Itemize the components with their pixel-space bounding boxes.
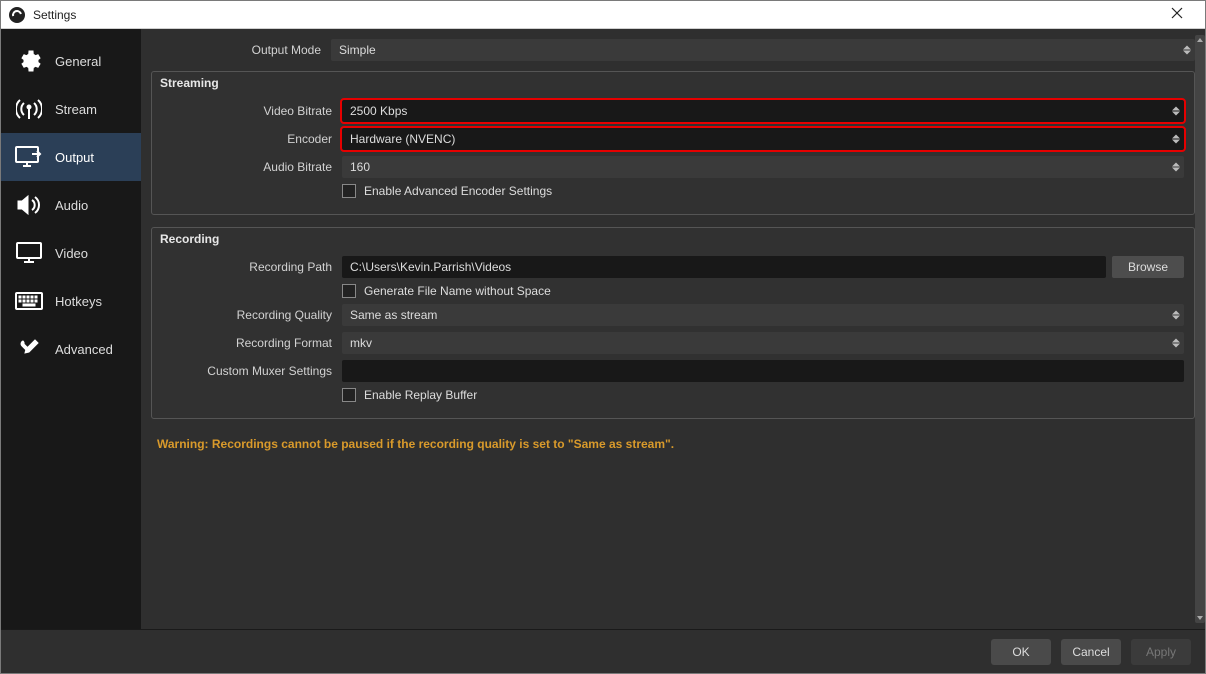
audio-bitrate-value: 160	[350, 160, 370, 174]
video-bitrate-label: Video Bitrate	[162, 104, 342, 118]
advanced-encoder-text: Enable Advanced Encoder Settings	[364, 184, 552, 198]
sidebar-item-label: Output	[55, 150, 94, 165]
recording-format-value: mkv	[350, 336, 372, 350]
body: General Stream Output Audio Video Hotkey…	[1, 29, 1205, 629]
muxer-input[interactable]	[342, 360, 1184, 382]
sidebar-item-general[interactable]: General	[1, 37, 141, 85]
encoder-label: Encoder	[162, 132, 342, 146]
sidebar-item-label: Video	[55, 246, 88, 261]
titlebar: Settings	[1, 1, 1205, 29]
browse-button[interactable]: Browse	[1112, 256, 1184, 278]
replay-buffer-checkbox[interactable]: Enable Replay Buffer	[342, 388, 477, 402]
muxer-label: Custom Muxer Settings	[162, 364, 342, 378]
output-mode-value: Simple	[339, 43, 376, 57]
content-area: Output Mode Simple Streaming Video Bitra…	[141, 29, 1205, 629]
vertical-scrollbar[interactable]	[1195, 35, 1205, 623]
speaker-icon	[15, 193, 43, 217]
recording-path-value: C:\Users\Kevin.Parrish\Videos	[350, 260, 511, 274]
recording-path-input[interactable]: C:\Users\Kevin.Parrish\Videos	[342, 256, 1106, 278]
spinner-icon	[1172, 107, 1180, 116]
sidebar: General Stream Output Audio Video Hotkey…	[1, 29, 141, 629]
cancel-button[interactable]: Cancel	[1061, 639, 1121, 665]
filename-no-space-text: Generate File Name without Space	[364, 284, 551, 298]
sidebar-item-label: Advanced	[55, 342, 113, 357]
monitor-icon	[15, 241, 43, 265]
recording-format-dropdown[interactable]: mkv	[342, 332, 1184, 354]
recording-quality-label: Recording Quality	[162, 308, 342, 322]
recording-group: Recording Recording Path C:\Users\Kevin.…	[151, 227, 1195, 419]
encoder-value: Hardware (NVENC)	[350, 132, 455, 146]
sidebar-item-stream[interactable]: Stream	[1, 85, 141, 133]
sidebar-item-audio[interactable]: Audio	[1, 181, 141, 229]
sidebar-item-label: Hotkeys	[55, 294, 102, 309]
recording-title: Recording	[160, 232, 1184, 246]
broadcast-icon	[15, 97, 43, 121]
sidebar-item-label: Stream	[55, 102, 97, 117]
keyboard-icon	[15, 289, 43, 313]
recording-quality-dropdown[interactable]: Same as stream	[342, 304, 1184, 326]
sidebar-item-advanced[interactable]: Advanced	[1, 325, 141, 373]
streaming-title: Streaming	[160, 76, 1184, 90]
sidebar-item-video[interactable]: Video	[1, 229, 141, 277]
app-logo-icon	[9, 7, 25, 23]
output-mode-row: Output Mode Simple	[151, 39, 1195, 61]
replay-buffer-text: Enable Replay Buffer	[364, 388, 477, 402]
scroll-area: Output Mode Simple Streaming Video Bitra…	[141, 29, 1205, 629]
advanced-encoder-checkbox[interactable]: Enable Advanced Encoder Settings	[342, 184, 552, 198]
checkbox-icon	[342, 184, 356, 198]
video-bitrate-value: 2500 Kbps	[350, 104, 407, 118]
sidebar-item-output[interactable]: Output	[1, 133, 141, 181]
recording-quality-value: Same as stream	[350, 308, 437, 322]
footer: OK Cancel Apply	[1, 629, 1205, 673]
output-mode-dropdown[interactable]: Simple	[331, 39, 1195, 61]
close-icon	[1171, 7, 1183, 19]
checkbox-icon	[342, 388, 356, 402]
settings-window: Settings General Stream Output Audio	[0, 0, 1206, 674]
sidebar-item-label: General	[55, 54, 101, 69]
audio-bitrate-label: Audio Bitrate	[162, 160, 342, 174]
dropdown-chevrons-icon	[1172, 135, 1180, 144]
sidebar-item-label: Audio	[55, 198, 88, 213]
streaming-group: Streaming Video Bitrate 2500 Kbps Encode…	[151, 71, 1195, 215]
recording-path-label: Recording Path	[162, 260, 342, 274]
recording-format-label: Recording Format	[162, 336, 342, 350]
gear-icon	[15, 49, 43, 73]
sidebar-item-hotkeys[interactable]: Hotkeys	[1, 277, 141, 325]
dropdown-chevrons-icon	[1172, 339, 1180, 348]
dropdown-chevrons-icon	[1172, 163, 1180, 172]
audio-bitrate-dropdown[interactable]: 160	[342, 156, 1184, 178]
warning-text: Warning: Recordings cannot be paused if …	[151, 431, 1195, 457]
apply-button[interactable]: Apply	[1131, 639, 1191, 665]
filename-no-space-checkbox[interactable]: Generate File Name without Space	[342, 284, 551, 298]
video-bitrate-input[interactable]: 2500 Kbps	[342, 100, 1184, 122]
dropdown-chevrons-icon	[1183, 46, 1191, 55]
dropdown-chevrons-icon	[1172, 311, 1180, 320]
ok-button[interactable]: OK	[991, 639, 1051, 665]
window-title: Settings	[33, 8, 76, 22]
output-icon	[15, 145, 43, 169]
checkbox-icon	[342, 284, 356, 298]
tools-icon	[15, 337, 43, 361]
window-close-button[interactable]	[1157, 6, 1197, 24]
encoder-dropdown[interactable]: Hardware (NVENC)	[342, 128, 1184, 150]
output-mode-label: Output Mode	[151, 43, 331, 57]
